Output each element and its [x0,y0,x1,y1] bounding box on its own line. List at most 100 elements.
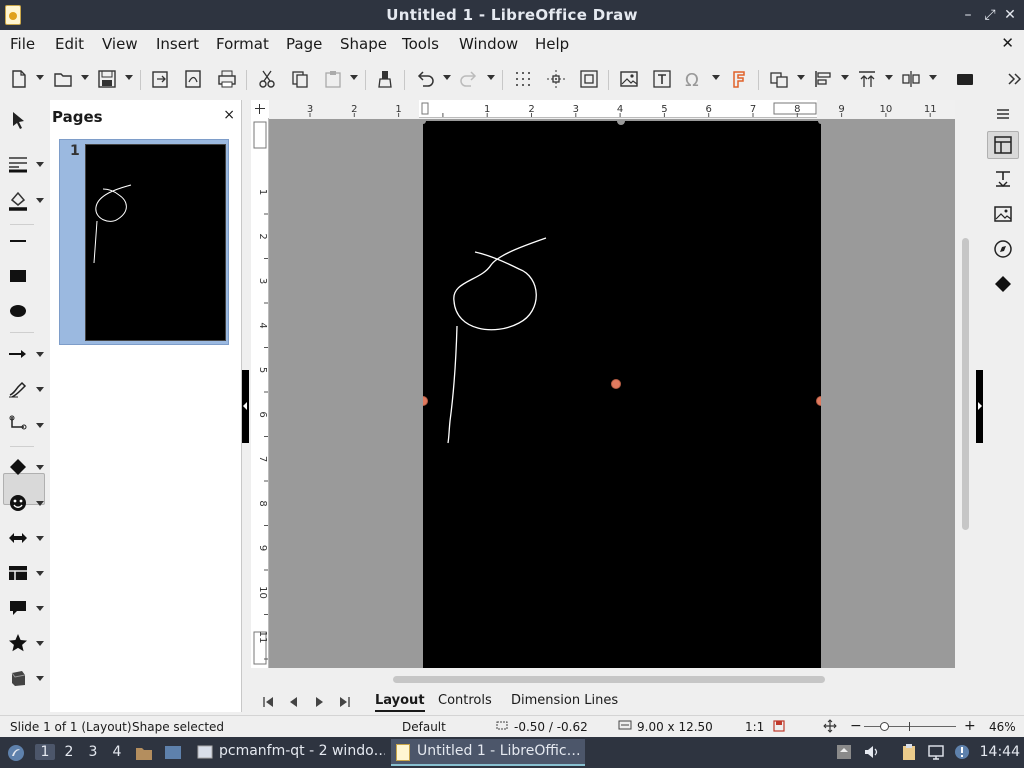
more-options-icon[interactable] [1004,68,1024,90]
minimize-button[interactable]: – [958,4,978,26]
menu-shape[interactable]: Shape [340,35,387,53]
vertical-scrollbar-thumb[interactable] [962,238,969,530]
zoom-level[interactable]: 46% [989,720,1016,734]
grid-icon[interactable] [512,68,534,90]
callouts-icon[interactable] [6,596,30,620]
menu-help[interactable]: Help [535,35,569,53]
menu-tools[interactable]: Tools [402,35,439,53]
tab-controls[interactable]: Controls [438,693,492,708]
menu-format[interactable]: Format [216,35,269,53]
zoom-in-button[interactable]: + [964,718,976,734]
workspace-1[interactable]: 1 [35,744,55,760]
copy-icon[interactable] [289,68,311,90]
3d-objects-icon[interactable] [6,666,30,690]
cut-icon[interactable] [256,68,278,90]
line-color-icon[interactable] [6,152,30,176]
menu-view[interactable]: View [102,35,138,53]
ellipse-icon[interactable] [6,299,30,323]
navigator-icon[interactable] [992,238,1014,260]
block-arrows-icon[interactable] [6,526,30,550]
stars-icon[interactable] [6,631,30,655]
zoom-page-icon[interactable] [578,68,600,90]
horizontal-scrollbar[interactable] [251,673,957,685]
insert-image-icon[interactable] [618,68,640,90]
last-page-icon[interactable] [336,694,352,710]
gallery-icon[interactable] [992,203,1014,225]
redo-icon[interactable] [458,68,480,90]
horizontal-ruler[interactable]: 3 2 1 1 2 3 4 5 6 7 8 9 10 11 [269,100,955,118]
freeform-line-icon[interactable] [6,377,30,401]
zoom-slider-handle[interactable] [880,722,889,731]
menu-file[interactable]: File [10,35,35,53]
flowchart-icon[interactable] [6,561,30,585]
basic-shapes-icon[interactable] [6,455,30,479]
helplines-icon[interactable] [545,68,567,90]
zoom-out-button[interactable]: − [850,718,862,734]
new-document-icon[interactable] [8,68,30,90]
upload-tray-icon[interactable] [835,743,853,761]
transformations-icon[interactable] [768,68,790,90]
align-icon[interactable] [812,68,834,90]
line-arrow-icon[interactable] [6,342,30,366]
clipboard-icon[interactable] [900,743,918,761]
network-icon[interactable] [927,743,945,761]
menu-insert[interactable]: Insert [156,35,199,53]
start-menu-icon[interactable] [6,743,26,763]
task-libreoffice-draw[interactable]: Untitled 1 - LibreOffic… [391,739,585,766]
zoom-slider[interactable] [864,726,956,727]
workspace-4[interactable]: 4 [107,744,127,760]
collapse-left-pane-handle[interactable] [242,370,249,443]
menu-page[interactable]: Page [286,35,322,53]
master-page-name[interactable]: Default [402,720,446,734]
horizontal-scrollbar-thumb[interactable] [393,676,825,683]
task-pcmanfm[interactable]: pcmanfm-qt - 2 windo… [193,739,385,766]
first-page-icon[interactable] [261,694,277,710]
clone-formatting-icon[interactable] [374,68,396,90]
collapse-sidebar-handle[interactable] [976,370,983,443]
print-icon[interactable] [216,68,238,90]
distribute-icon[interactable] [900,68,922,90]
file-manager-launcher-icon[interactable] [134,743,154,763]
properties-icon[interactable] [992,134,1014,156]
sidebar-menu-icon[interactable] [992,103,1014,125]
menu-window[interactable]: Window [459,35,518,53]
workspace-3[interactable]: 3 [83,744,103,760]
undo-icon[interactable] [414,68,436,90]
close-pages-pane-button[interactable]: × [223,107,235,123]
paste-icon[interactable] [322,68,344,90]
fill-color-icon[interactable] [6,188,30,212]
line-icon[interactable] [6,229,30,253]
fontwork-icon[interactable] [728,68,750,90]
close-window-button[interactable]: ✕ [1000,4,1020,26]
insert-textbox-icon[interactable] [651,68,673,90]
shapes-icon[interactable] [992,273,1014,295]
maximize-button[interactable]: ⤢ [980,4,1000,26]
tab-dimension-lines[interactable]: Dimension Lines [511,693,618,708]
workspace-2[interactable]: 2 [59,744,79,760]
symbol-shapes-icon[interactable] [6,491,30,515]
save-icon[interactable] [96,68,118,90]
menu-edit[interactable]: Edit [55,35,84,53]
page-thumbnail-1[interactable]: 1 [59,139,229,345]
special-character-icon[interactable]: Ω [682,68,704,91]
show-desktop-icon[interactable] [163,743,183,763]
export-pdf-icon[interactable] [182,68,204,90]
fit-page-icon[interactable] [823,719,837,733]
arrange-icon[interactable] [856,68,878,90]
drawing-page[interactable] [418,119,826,668]
styles-icon[interactable] [992,168,1014,190]
select-icon[interactable] [6,108,30,132]
rectangle-icon[interactable] [6,264,30,288]
vertical-ruler[interactable]: 1 2 3 4 5 6 7 8 9 10 11 [251,118,269,668]
export-icon[interactable] [149,68,171,90]
open-icon[interactable] [52,68,74,90]
volume-icon[interactable] [863,743,881,761]
document-modified-icon[interactable] [773,720,785,732]
tab-layout[interactable]: Layout [375,693,425,712]
drawing-canvas[interactable] [269,119,955,668]
connector-icon[interactable] [6,413,30,437]
vertical-scrollbar[interactable] [960,118,972,668]
close-document-button[interactable]: ✕ [1001,34,1014,52]
next-page-icon[interactable] [311,694,327,710]
shadow-icon[interactable] [954,68,976,90]
